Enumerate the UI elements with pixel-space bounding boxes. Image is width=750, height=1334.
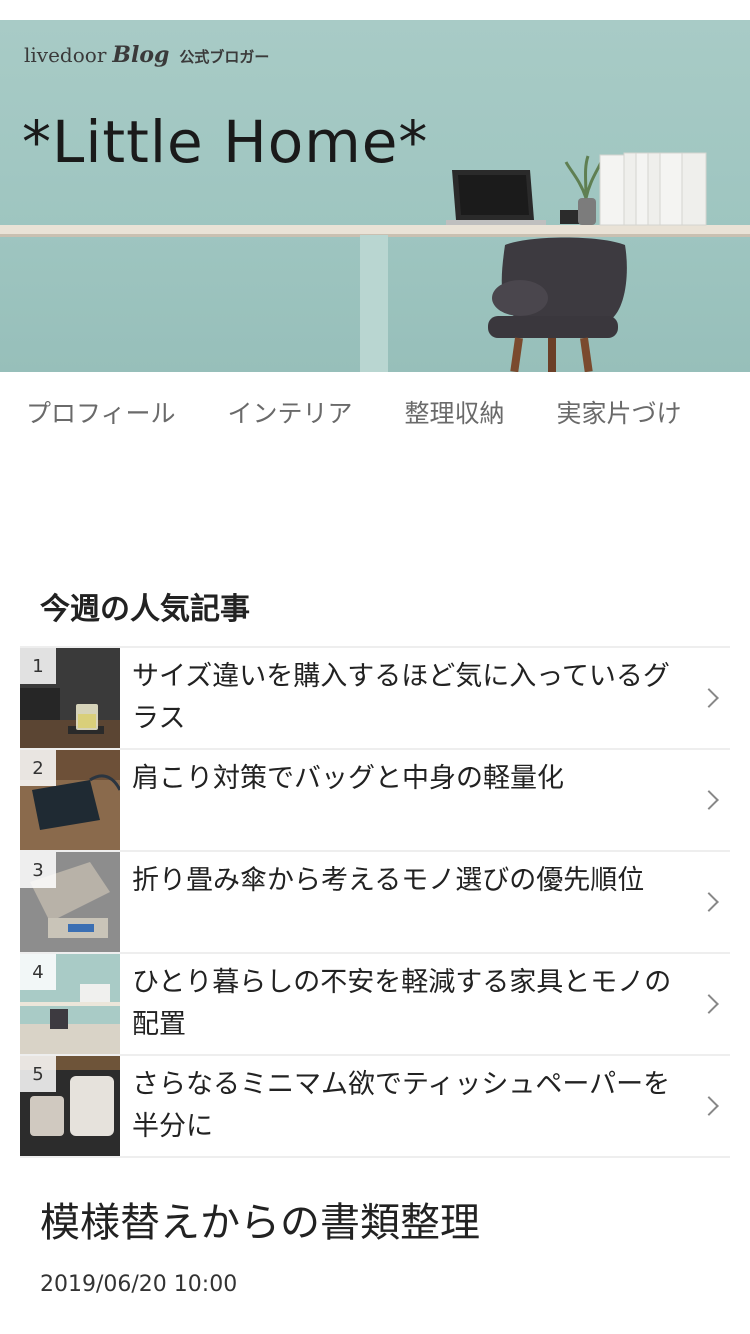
ranking-item-title: サイズ違いを購入するほど気に入っているグラス (132, 661, 670, 734)
article-thumbnail-umbrella: 3 (20, 852, 120, 952)
category-nav: プロフィール インテリア 整理収納 実家片づけ (0, 372, 750, 452)
ranking-item-3[interactable]: 3 折り畳み傘から考えるモノ選びの優先順位 (20, 852, 730, 954)
nav-item-profile[interactable]: プロフィール (26, 394, 176, 430)
blog-header-banner[interactable]: livedoor Blog 公式ブロガー *Little Home* (0, 20, 750, 372)
brand-livedoor-text: livedoor (24, 43, 107, 67)
ranking-item-1[interactable]: 1 サイズ違いを購入するほど気に入っているグラス (20, 648, 730, 750)
ranking-item-4[interactable]: 4 ひとり暮らしの不安を軽減する家具とモノの配置 (20, 954, 730, 1056)
popular-articles-heading: 今週の人気記事 (40, 592, 250, 627)
article-thumbnail-room: 4 (20, 954, 120, 1054)
nav-item-organizing[interactable]: 整理収納 (405, 394, 505, 430)
rank-number: 2 (20, 750, 56, 786)
popular-articles-list: 1 サイズ違いを購入するほど気に入っているグラス 2 肩こり対策でバッグと中身の… (20, 646, 730, 1158)
rank-number: 4 (20, 954, 56, 990)
rank-number: 5 (20, 1056, 56, 1092)
header-desk-illustration (0, 152, 750, 372)
ranking-item-title: ひとり暮らしの不安を軽減する家具とモノの配置 (132, 967, 672, 1040)
ranking-item-2[interactable]: 2 肩こり対策でバッグと中身の軽量化 (20, 750, 730, 852)
ranking-item-title: さらなるミニマム欲でティッシュペーパーを半分に (132, 1069, 671, 1142)
article-thumbnail-tissue: 5 (20, 1056, 120, 1156)
official-blogger-label: 公式ブロガー (179, 48, 270, 66)
page: livedoor Blog 公式ブロガー *Little Home* プロフィー… (0, 0, 750, 1334)
rank-number: 1 (20, 648, 56, 684)
ranking-item-5[interactable]: 5 さらなるミニマム欲でティッシュペーパーを半分に (20, 1056, 730, 1158)
rank-number: 3 (20, 852, 56, 888)
brand-blog-text: Blog (112, 42, 170, 68)
nav-item-interior[interactable]: インテリア (228, 394, 353, 430)
blog-title[interactable]: *Little Home* (22, 108, 428, 176)
article-date: 2019/06/20 10:00 (40, 1272, 238, 1297)
article-title[interactable]: 模様替えからの書類整理 (40, 1190, 480, 1248)
livedoor-blog-logo: livedoor Blog 公式ブロガー (24, 42, 269, 68)
nav-item-family-home-tidying[interactable]: 実家片づけ (557, 394, 682, 430)
ranking-item-title: 肩こり対策でバッグと中身の軽量化 (132, 763, 564, 794)
ranking-item-title: 折り畳み傘から考えるモノ選びの優先順位 (132, 865, 645, 896)
article-thumbnail-bag: 2 (20, 750, 120, 850)
article-thumbnail-glass: 1 (20, 648, 120, 748)
